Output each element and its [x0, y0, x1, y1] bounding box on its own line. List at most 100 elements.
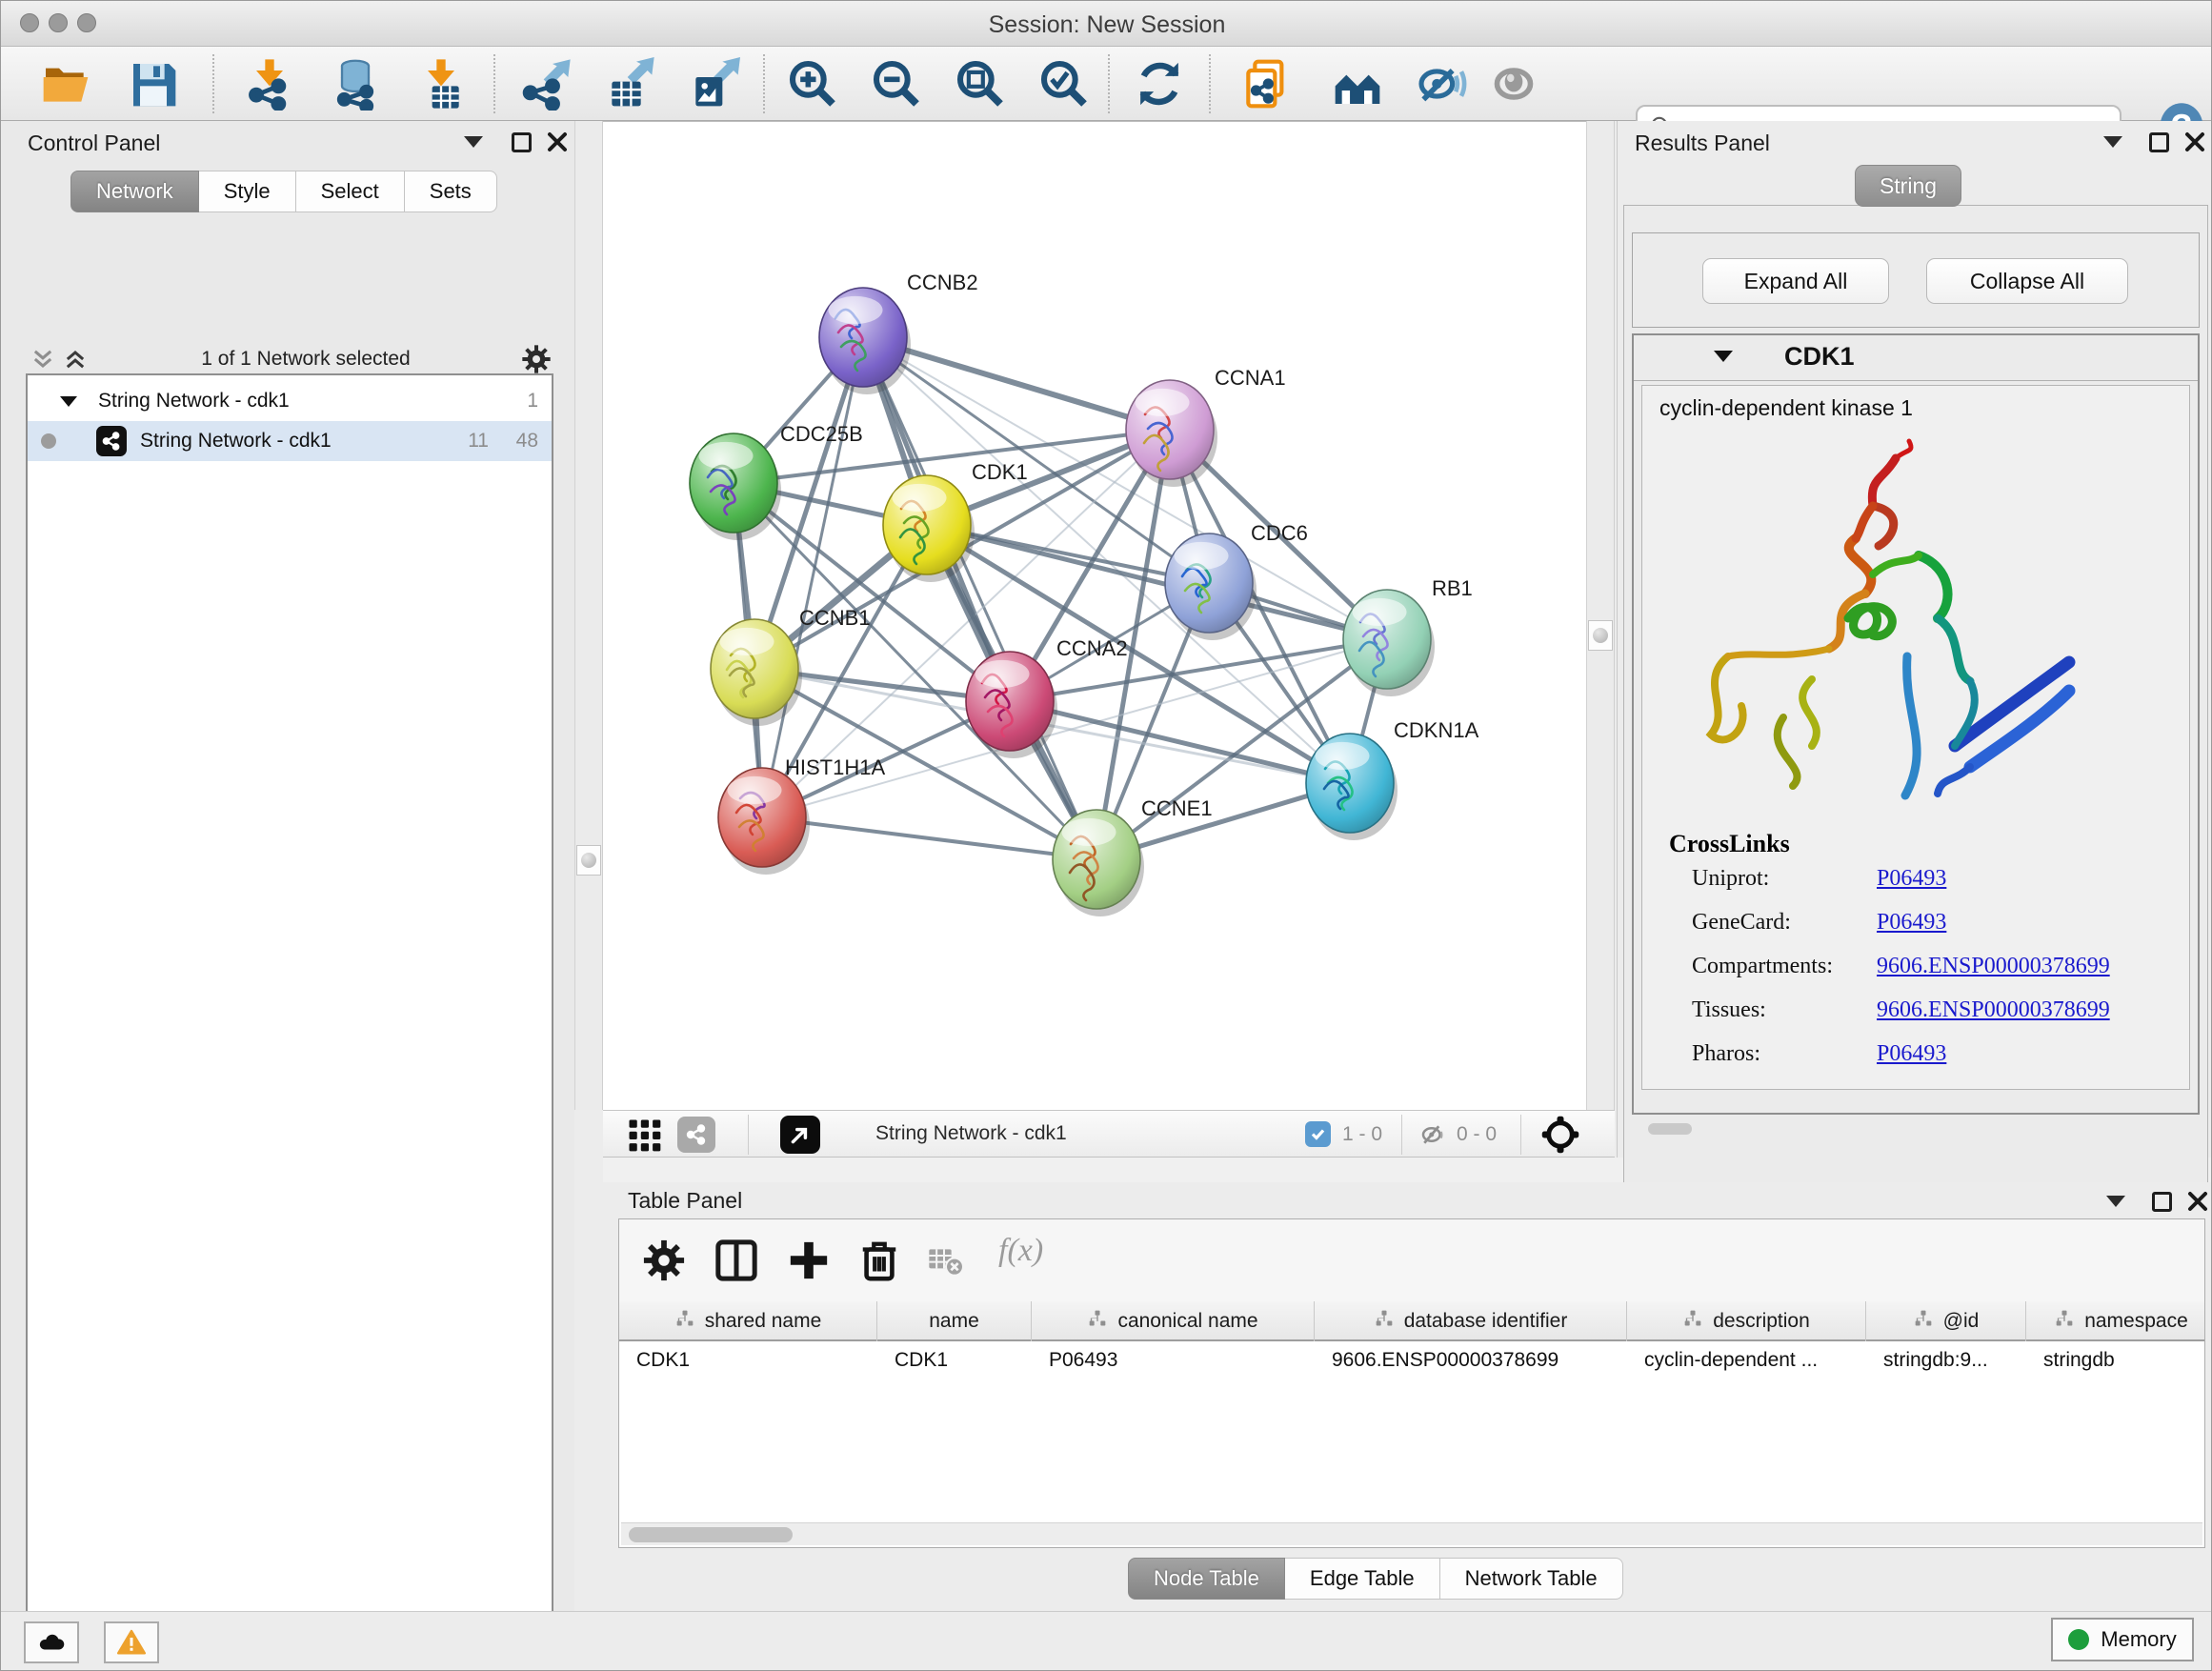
float-panel-icon[interactable] [2152, 1192, 2172, 1212]
hide-selected-icon[interactable] [1415, 57, 1468, 111]
right-splitter-handle[interactable] [1588, 620, 1613, 651]
column-header-description[interactable]: description [1627, 1301, 1866, 1341]
node-CCNE1[interactable] [1053, 810, 1144, 916]
edge-CCNB2-CCNE1[interactable] [863, 337, 1096, 859]
refresh-icon[interactable] [1133, 57, 1186, 111]
close-panel-icon[interactable] [2183, 131, 2206, 153]
node-CCNA2[interactable] [966, 652, 1057, 758]
birdseye-crosshair-icon[interactable] [1540, 1115, 1580, 1155]
first-neighbors-icon[interactable] [1331, 57, 1384, 111]
float-panel-icon[interactable] [2149, 132, 2169, 152]
selected-nodes-checkbox-icon[interactable] [1305, 1121, 1331, 1147]
zoom-in-icon[interactable] [786, 57, 839, 111]
column-header--id[interactable]: @id [1866, 1301, 2026, 1341]
expand-all-chevron-icon[interactable] [62, 346, 89, 372]
show-columns-icon[interactable] [714, 1238, 758, 1282]
float-panel-icon[interactable] [512, 132, 532, 152]
table-cell[interactable]: CDK1 [619, 1341, 877, 1379]
node-CDC6[interactable] [1165, 534, 1257, 640]
crosslink-value-link[interactable]: P06493 [1877, 910, 1946, 936]
column-header-name[interactable]: name [877, 1301, 1032, 1341]
network-canvas[interactable]: CCNB2CCNA1CDC25BCDK1CDC6RB1CCNB1CCNA2CDK… [603, 121, 1586, 1110]
left-splitter[interactable] [574, 121, 603, 1110]
entry-collapse-caret-icon[interactable] [1714, 351, 1733, 362]
table-cell[interactable]: cyclin-dependent ... [1627, 1341, 1866, 1379]
grid-view-icon[interactable] [628, 1118, 662, 1153]
network-row[interactable]: String Network - cdk1 11 48 [28, 421, 552, 461]
delete-table-icon[interactable] [926, 1238, 964, 1282]
left-splitter-handle[interactable] [576, 845, 601, 876]
table-cell[interactable]: stringdb [2026, 1341, 2212, 1379]
column-header-database-identifier[interactable]: database identifier [1315, 1301, 1627, 1341]
column-header-namespace[interactable]: namespace [2026, 1301, 2212, 1341]
expand-all-button[interactable]: Expand All [1702, 258, 1889, 304]
import-network-database-icon[interactable] [329, 57, 382, 111]
tab-node-table[interactable]: Node Table [1128, 1558, 1285, 1600]
panel-menu-caret-icon[interactable] [2103, 136, 2122, 148]
column-header-canonical-name[interactable]: canonical name [1032, 1301, 1315, 1341]
crosslink-value-link[interactable]: P06493 [1877, 866, 1946, 892]
collection-expander-icon[interactable] [60, 396, 77, 407]
warning-status-button[interactable] [104, 1621, 159, 1663]
cloud-status-button[interactable] [24, 1621, 79, 1663]
table-cell[interactable]: CDK1 [877, 1341, 1032, 1379]
node-RB1[interactable] [1343, 590, 1435, 696]
tab-string[interactable]: String [1855, 165, 1961, 207]
crosslink-value-link[interactable]: P06493 [1877, 1041, 1946, 1067]
table-cell[interactable]: 9606.ENSP00000378699 [1315, 1341, 1627, 1379]
export-image-icon[interactable] [687, 57, 740, 111]
export-network-icon[interactable] [519, 57, 573, 111]
close-panel-icon[interactable] [2186, 1190, 2209, 1213]
panel-menu-caret-icon[interactable] [2106, 1196, 2125, 1207]
export-table-icon[interactable] [603, 57, 656, 111]
clone-network-icon[interactable] [1239, 57, 1293, 111]
table-horizontal-scrollbar[interactable] [621, 1522, 2202, 1545]
table-cell[interactable]: P06493 [1032, 1341, 1315, 1379]
zoom-out-icon[interactable] [870, 57, 923, 111]
delete-column-icon[interactable] [857, 1238, 901, 1282]
scrollbar-thumb[interactable] [629, 1527, 793, 1542]
detach-view-icon[interactable] [780, 1116, 820, 1154]
network-view-icon[interactable] [677, 1117, 715, 1153]
function-builder-icon[interactable]: f(x) [998, 1233, 1043, 1269]
result-entry-header[interactable]: CDK1 [1634, 335, 2198, 381]
node-CDC25B[interactable] [690, 433, 781, 540]
edge-HIST1H1A-CCNE1[interactable] [762, 817, 1096, 859]
table-cell[interactable]: stringdb:9... [1866, 1341, 2026, 1379]
panel-menu-caret-icon[interactable] [464, 136, 483, 148]
node-CDKN1A[interactable] [1306, 734, 1398, 840]
node-CCNA1[interactable] [1126, 380, 1217, 487]
results-scroll-area[interactable]: CDK1 cyclin-dependent kinase 1 [1632, 333, 2200, 1115]
edge-CDK1-RB1[interactable] [927, 525, 1387, 639]
entry-scrollbar-stub[interactable] [1648, 1123, 1692, 1135]
tab-sets[interactable]: Sets [405, 171, 497, 212]
open-session-icon[interactable] [39, 57, 92, 111]
zoom-selected-icon[interactable] [1037, 57, 1091, 111]
column-header-shared-name[interactable]: shared name [619, 1301, 877, 1341]
gear-icon[interactable] [521, 344, 552, 374]
import-table-icon[interactable] [414, 57, 468, 111]
tab-edge-table[interactable]: Edge Table [1285, 1558, 1440, 1600]
table-row[interactable]: CDK1CDK1P064939606.ENSP00000378699cyclin… [619, 1341, 2204, 1379]
node-CDK1[interactable] [883, 475, 975, 582]
network-graph[interactable]: CCNB2CCNA1CDC25BCDK1CDC6RB1CCNB1CCNA2CDK… [603, 122, 1586, 1111]
collapse-all-button[interactable]: Collapse All [1926, 258, 2128, 304]
network-collection-row[interactable]: String Network - cdk1 1 [28, 381, 552, 421]
tab-network[interactable]: Network [70, 171, 199, 212]
node-CCNB2[interactable] [819, 288, 911, 394]
import-network-file-icon[interactable] [243, 57, 296, 111]
create-column-icon[interactable] [787, 1238, 831, 1282]
crosslink-value-link[interactable]: 9606.ENSP00000378699 [1877, 997, 2110, 1023]
edge-CCNB2-HIST1H1A[interactable] [762, 337, 863, 817]
zoom-fit-icon[interactable] [954, 57, 1007, 111]
crosslink-value-link[interactable]: 9606.ENSP00000378699 [1877, 954, 2110, 979]
table-gear-icon[interactable] [642, 1238, 686, 1282]
save-session-icon[interactable] [127, 57, 180, 111]
tab-network-table[interactable]: Network Table [1440, 1558, 1623, 1600]
close-panel-icon[interactable] [546, 131, 569, 153]
node-CCNB1[interactable] [711, 619, 802, 726]
memory-button[interactable]: Memory [2051, 1618, 2194, 1661]
tab-select[interactable]: Select [296, 171, 405, 212]
tab-style[interactable]: Style [199, 171, 296, 212]
show-all-icon[interactable] [1487, 57, 1540, 111]
